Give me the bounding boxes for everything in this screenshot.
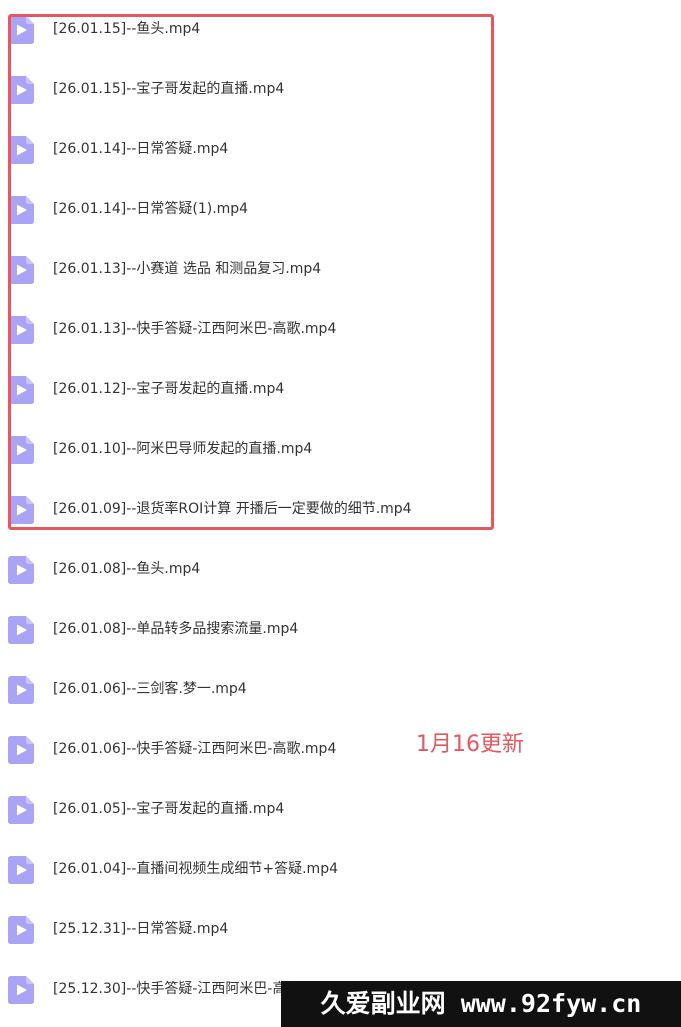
file-item[interactable]: [26.01.15]--宝子哥发起的直播.mp4 <box>0 70 681 110</box>
file-item[interactable]: [26.01.05]--宝子哥发起的直播.mp4 <box>0 790 681 830</box>
video-file-icon <box>8 16 34 44</box>
video-file-icon <box>8 316 34 344</box>
update-annotation: 1月16更新 <box>416 732 524 757</box>
video-file-icon <box>8 436 34 464</box>
file-item[interactable]: [26.01.06]--三剑客.梦一.mp4 <box>0 670 681 710</box>
file-name: [26.01.09]--退货率ROI计算 开播后一定要做的细节.mp4 <box>53 501 412 517</box>
video-file-icon <box>8 916 34 944</box>
file-item[interactable]: [26.01.04]--直播间视频生成细节+答疑.mp4 <box>0 850 681 890</box>
video-file-icon <box>8 736 34 764</box>
file-name: [25.12.31]--日常答疑.mp4 <box>53 921 229 937</box>
file-name: [26.01.13]--小赛道 选品 和测品复习.mp4 <box>53 261 322 277</box>
file-item[interactable]: [26.01.06]--快手答疑-江西阿米巴-高歌.mp4 <box>0 730 681 770</box>
video-file-icon <box>8 496 34 524</box>
file-name: [26.01.06]--快手答疑-江西阿米巴-高歌.mp4 <box>53 741 337 757</box>
file-item[interactable]: [26.01.09]--退货率ROI计算 开播后一定要做的细节.mp4 <box>0 490 681 530</box>
file-name: [26.01.12]--宝子哥发起的直播.mp4 <box>53 381 285 397</box>
file-name: [26.01.14]--日常答疑(1).mp4 <box>53 201 249 217</box>
file-name: [26.01.08]--鱼头.mp4 <box>53 561 201 577</box>
file-item[interactable]: [26.01.14]--日常答疑(1).mp4 <box>0 190 681 230</box>
file-name: [26.01.13]--快手答疑-江西阿米巴-高歌.mp4 <box>53 321 337 337</box>
video-file-icon <box>8 556 34 584</box>
file-item[interactable]: [26.01.08]--单品转多品搜索流量.mp4 <box>0 610 681 650</box>
file-item[interactable]: [26.01.08]--鱼头.mp4 <box>0 550 681 590</box>
file-item[interactable]: [26.01.13]--快手答疑-江西阿米巴-高歌.mp4 <box>0 310 681 350</box>
video-file-icon <box>8 976 34 1004</box>
file-name: [26.01.05]--宝子哥发起的直播.mp4 <box>53 801 285 817</box>
video-file-icon <box>8 196 34 224</box>
video-file-icon <box>8 616 34 644</box>
file-name: [26.01.04]--直播间视频生成细节+答疑.mp4 <box>53 861 338 877</box>
file-item[interactable]: [25.12.31]--日常答疑.mp4 <box>0 910 681 950</box>
file-item[interactable]: [26.01.13]--小赛道 选品 和测品复习.mp4 <box>0 250 681 290</box>
file-name: [26.01.06]--三剑客.梦一.mp4 <box>53 681 247 697</box>
file-name: [26.01.08]--单品转多品搜索流量.mp4 <box>53 621 299 637</box>
video-file-icon <box>8 676 34 704</box>
video-file-icon <box>8 376 34 404</box>
video-file-icon <box>8 76 34 104</box>
file-name: [26.01.15]--鱼头.mp4 <box>53 21 201 37</box>
file-item[interactable]: [26.01.12]--宝子哥发起的直播.mp4 <box>0 370 681 410</box>
file-item[interactable]: [26.01.10]--阿米巴导师发起的直播.mp4 <box>0 430 681 470</box>
file-item[interactable]: [26.01.15]--鱼头.mp4 <box>0 10 681 50</box>
video-file-icon <box>8 796 34 824</box>
watermark: 久爱副业网 www.92fyw.cn <box>281 981 681 1027</box>
video-file-icon <box>8 256 34 284</box>
file-name: [26.01.15]--宝子哥发起的直播.mp4 <box>53 81 285 97</box>
file-name: [26.01.14]--日常答疑.mp4 <box>53 141 229 157</box>
video-file-icon <box>8 136 34 164</box>
file-name: [26.01.10]--阿米巴导师发起的直播.mp4 <box>53 441 313 457</box>
file-item[interactable]: [26.01.14]--日常答疑.mp4 <box>0 130 681 170</box>
video-file-icon <box>8 856 34 884</box>
